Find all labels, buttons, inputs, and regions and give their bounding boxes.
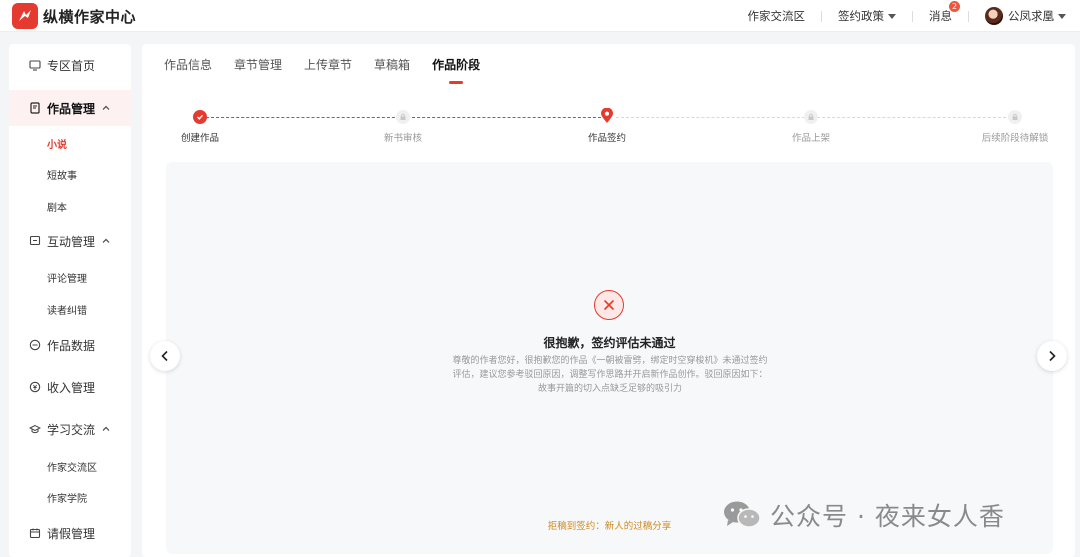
step-label-create: 创建作品: [180, 133, 220, 144]
tab-chapter-manage[interactable]: 章节管理: [234, 56, 282, 82]
caret-down-icon: [888, 13, 896, 19]
prev-arrow-button[interactable]: [150, 341, 180, 371]
sidebar-subitem-novel[interactable]: 小说: [47, 136, 67, 151]
logo-icon: [12, 3, 38, 29]
sidebar-item-interaction[interactable]: 互动管理: [9, 226, 131, 256]
result-title: 很抱歉，签约评估未通过: [543, 336, 676, 350]
main-panel: 作品信息 章节管理 上传章节 草稿箱 作品阶段 创建作品 新书审核 作品签约 作…: [142, 44, 1075, 557]
nav-sign-policy-label: 签约政策: [838, 9, 884, 23]
sidebar-subitem-short-story[interactable]: 短故事: [47, 167, 77, 182]
nav-sign-policy[interactable]: 签约政策: [822, 0, 912, 32]
username: 公凤求凰: [1008, 9, 1054, 23]
chevron-up-icon: [101, 424, 111, 434]
result-description: 尊敬的作者您好，很抱歉您的作品《一朝被雷劈，绑定时空穿梭机》未通过签约评估，建议…: [452, 356, 768, 394]
stage-stepper: 创建作品 新书审核 作品签约 作品上架 后续阶段待解锁: [166, 108, 1056, 146]
message-count-badge: 2: [949, 1, 960, 12]
tab-work-stage[interactable]: 作品阶段: [432, 56, 480, 84]
sidebar-item-work-data[interactable]: 作品数据: [9, 330, 131, 360]
sidebar-subitem-writer-academy[interactable]: 作家学院: [47, 490, 87, 505]
wechat-icon: [722, 499, 762, 531]
error-x-icon: [594, 290, 624, 320]
chevron-up-icon: [101, 103, 111, 113]
lock-icon: [396, 110, 410, 124]
book-icon: [29, 102, 41, 114]
next-arrow-button[interactable]: [1037, 341, 1067, 371]
chevron-up-icon: [101, 236, 111, 246]
location-pin-icon: [600, 108, 614, 123]
watermark-text: 公众号 · 夜来女人香: [770, 502, 1005, 531]
nav-user-menu[interactable]: 公凤求凰: [969, 0, 1066, 32]
nav-messages-label: 消息: [929, 9, 952, 23]
sidebar-item-label: 请假管理: [47, 526, 96, 541]
sidebar-item-label: 专区首页: [47, 58, 96, 73]
step-label-shelf: 作品上架: [791, 133, 831, 144]
avatar: [985, 7, 1003, 25]
sidebar-subitem-script[interactable]: 剧本: [47, 199, 67, 214]
sidebar-subitem-reader-corrections[interactable]: 读者纠错: [47, 302, 87, 317]
sidebar: 专区首页 作品管理 小说 短故事 剧本 互动管理 评论管理 读者纠错 作品数据 …: [9, 44, 131, 557]
chevron-right-icon: [1049, 350, 1056, 362]
top-header: 纵横作家中心 作家交流区 签约政策 消息 2 公凤求凰: [0, 0, 1080, 32]
sidebar-item-label: 作品数据: [47, 338, 96, 353]
lock-icon: [804, 110, 818, 124]
money-icon: [29, 381, 41, 393]
sidebar-item-label: 互动管理: [47, 234, 96, 249]
step-label-review: 新书审核: [383, 133, 423, 144]
sidebar-item-label: 收入管理: [47, 380, 96, 395]
graduation-icon: [29, 423, 41, 435]
check-icon: [193, 110, 207, 124]
top-nav: 作家交流区 签约政策 消息 2 公凤求凰: [732, 0, 1066, 32]
work-tabs: 作品信息 章节管理 上传章节 草稿箱 作品阶段: [164, 56, 502, 84]
sidebar-item-income[interactable]: 收入管理: [9, 372, 131, 402]
sidebar-item-learning[interactable]: 学习交流: [9, 414, 131, 444]
nav-messages[interactable]: 消息 2: [913, 0, 968, 32]
sidebar-subitem-comments[interactable]: 评论管理: [47, 270, 87, 285]
sidebar-subitem-writer-community[interactable]: 作家交流区: [47, 459, 97, 474]
logo-text: 纵横作家中心: [43, 7, 137, 26]
nav-writer-community-label: 作家交流区: [747, 9, 806, 23]
step-label-locked: 后续阶段待解锁: [981, 133, 1049, 144]
app-logo[interactable]: 纵横作家中心: [12, 3, 136, 29]
sidebar-item-works[interactable]: 作品管理: [9, 90, 131, 126]
tab-drafts[interactable]: 草稿箱: [374, 56, 410, 82]
step-label-sign: 作品签约: [587, 133, 627, 144]
sidebar-item-leave[interactable]: 请假管理: [9, 518, 131, 548]
caret-down-icon: [1058, 13, 1066, 19]
lock-icon: [1008, 110, 1022, 124]
sidebar-item-label: 学习交流: [47, 422, 96, 437]
monitor-icon: [29, 59, 41, 71]
sidebar-item-home[interactable]: 专区首页: [9, 50, 131, 80]
chevron-left-icon: [161, 350, 168, 362]
tab-work-info[interactable]: 作品信息: [164, 56, 212, 82]
watermark: 公众号 · 夜来女人香: [722, 495, 1005, 535]
sidebar-item-label: 作品管理: [47, 101, 96, 116]
chart-circle-icon: [29, 339, 41, 351]
calendar-icon: [29, 527, 41, 539]
message-icon: [29, 235, 41, 247]
tab-upload-chapter[interactable]: 上传章节: [304, 56, 352, 82]
nav-writer-community[interactable]: 作家交流区: [732, 0, 822, 32]
